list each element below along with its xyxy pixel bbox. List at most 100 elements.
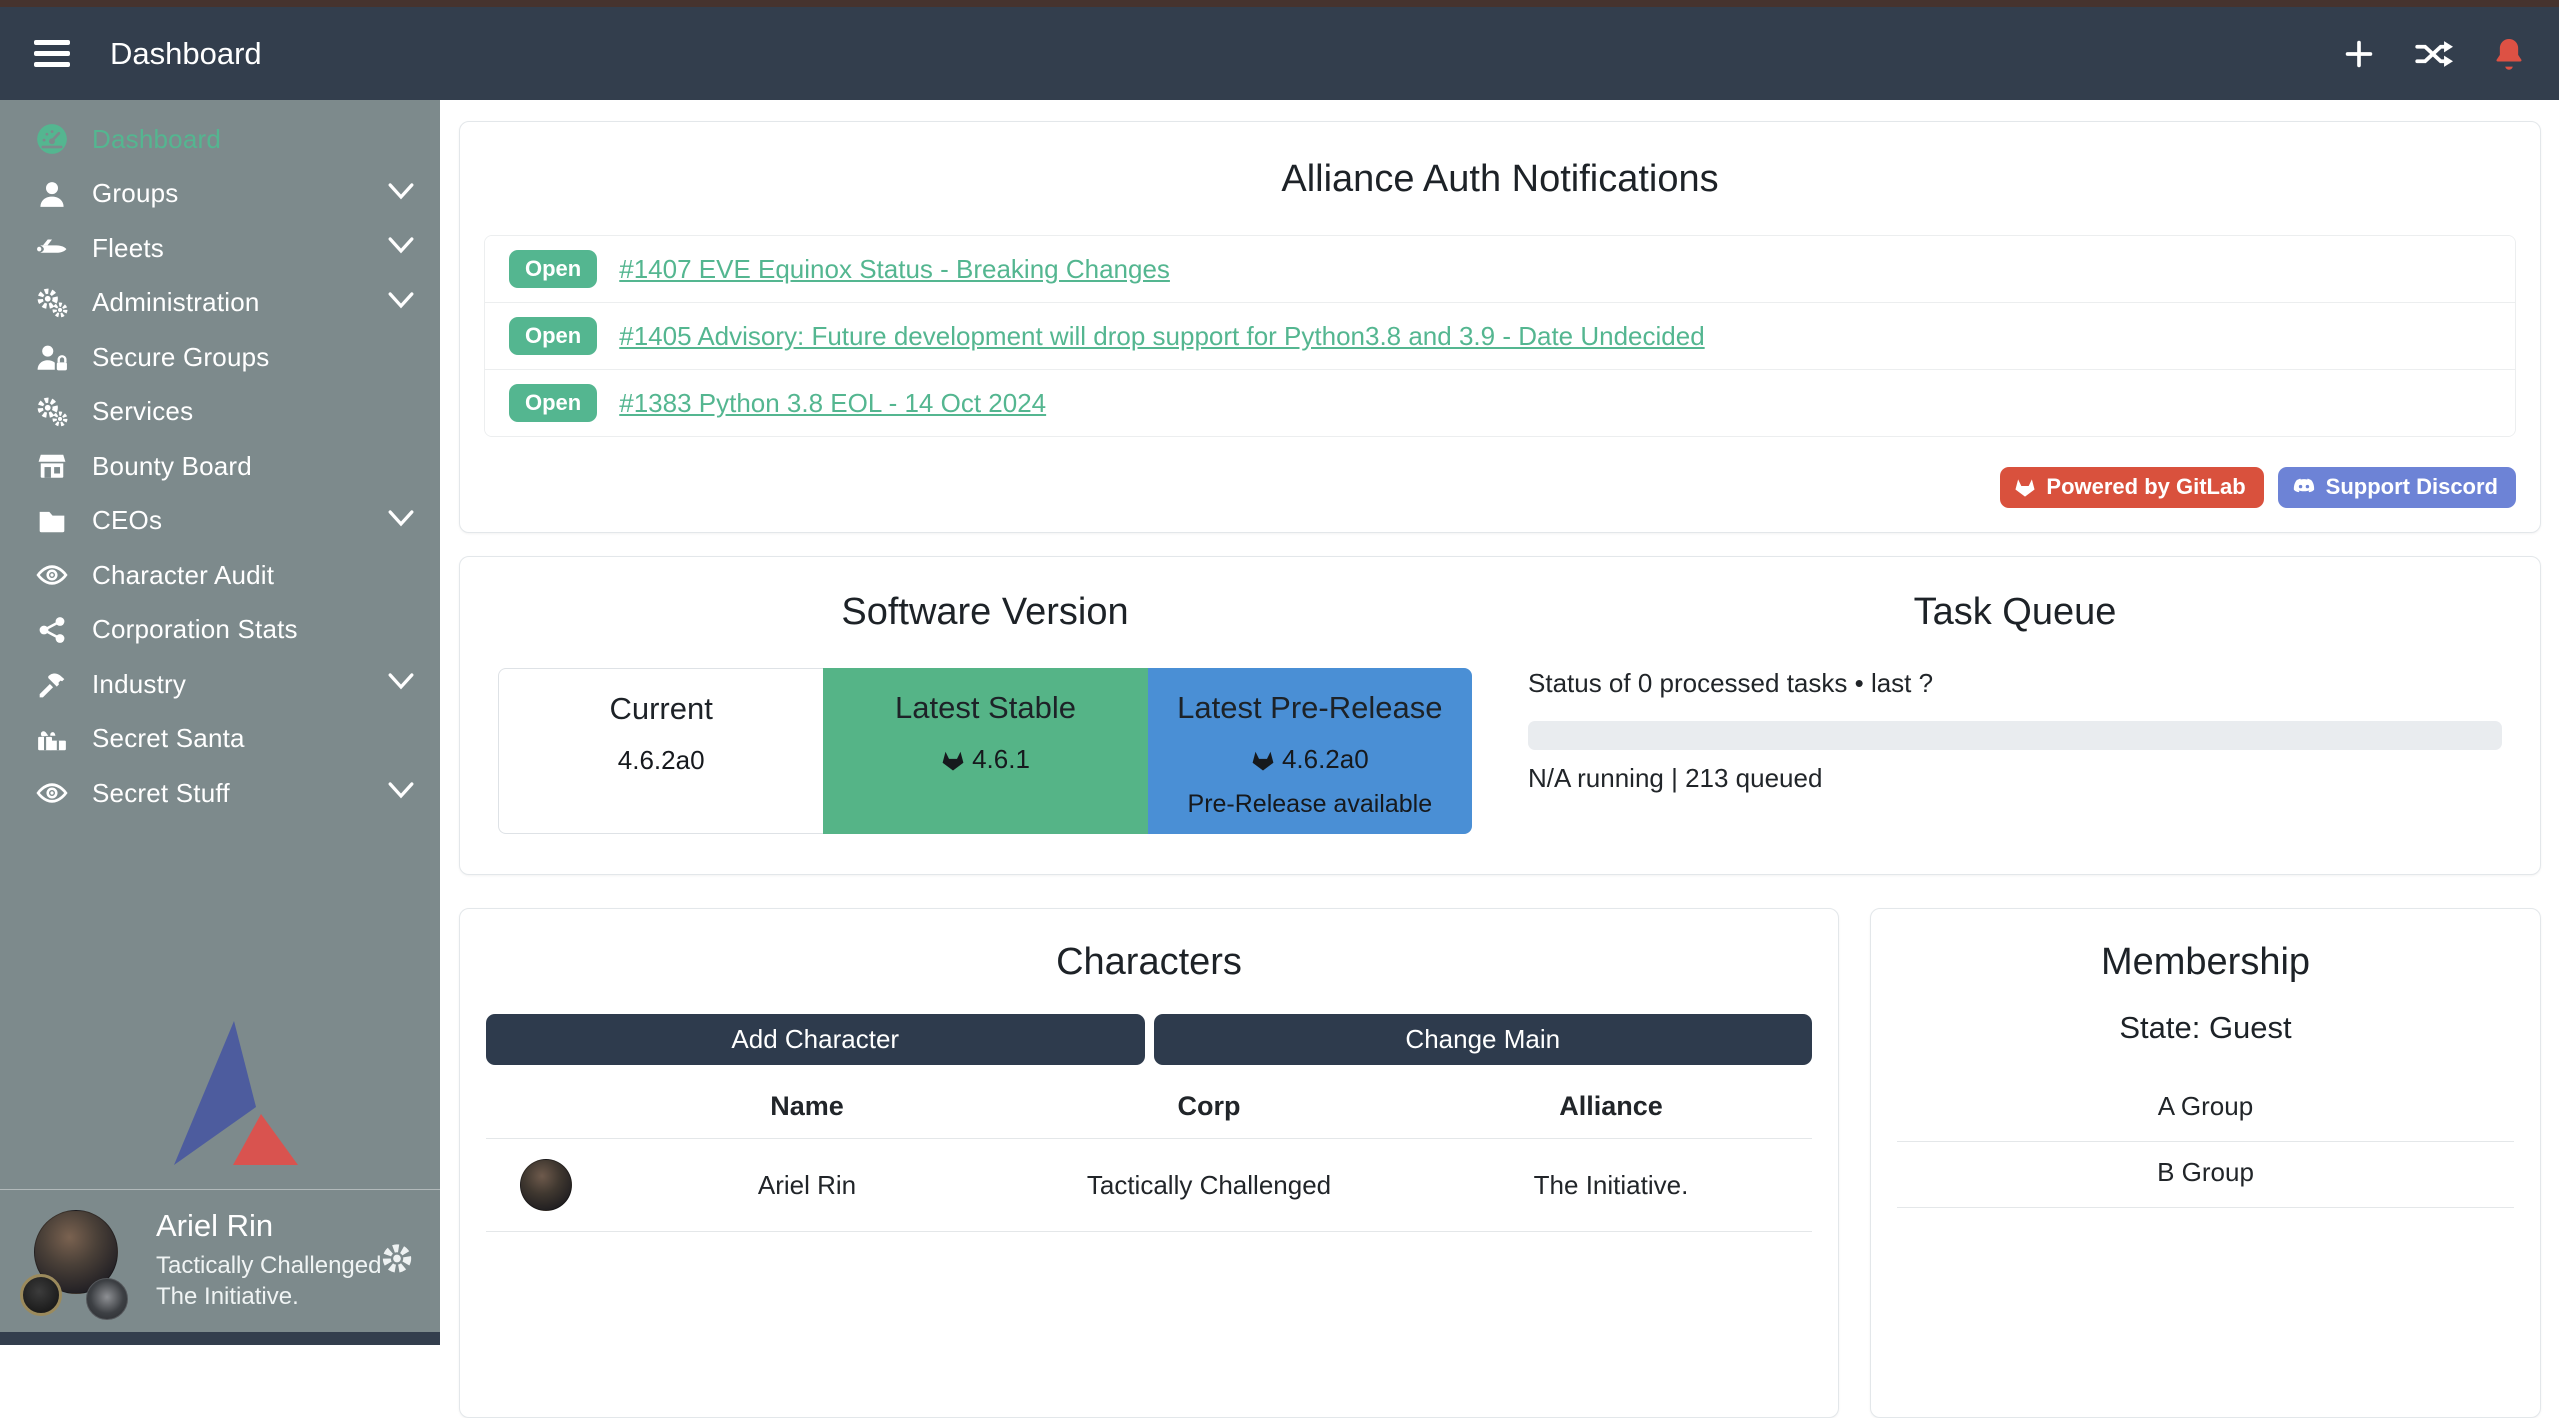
version-current-box: Current 4.6.2a0 bbox=[498, 668, 823, 834]
sidebar-item-label: Fleets bbox=[92, 233, 164, 264]
sidebar-item-label: Secret Santa bbox=[92, 723, 245, 754]
notification-link[interactable]: #1407 EVE Equinox Status - Breaking Chan… bbox=[619, 254, 1170, 285]
eye-icon bbox=[28, 778, 76, 808]
change-main-button[interactable]: Change Main bbox=[1154, 1014, 1813, 1065]
task-queue-status: Status of 0 processed tasks • last ? bbox=[1528, 668, 2502, 699]
column-header-corp: Corp bbox=[1008, 1065, 1410, 1138]
version-label: Latest Pre-Release bbox=[1148, 690, 1472, 726]
notifications-title: Alliance Auth Notifications bbox=[484, 158, 2516, 201]
software-version-title: Software Version bbox=[498, 591, 1472, 634]
notification-item: Open #1405 Advisory: Future development … bbox=[485, 302, 2515, 369]
status-badge: Open bbox=[509, 384, 597, 422]
version-stable-box: Latest Stable 4.6.1 bbox=[823, 668, 1147, 834]
sidebar-item-secret-stuff[interactable]: Secret Stuff bbox=[0, 766, 440, 821]
user-icon bbox=[28, 179, 76, 209]
membership-state: State: Guest bbox=[1897, 1010, 2514, 1046]
sidebar-item-dashboard[interactable]: Dashboard bbox=[0, 112, 440, 167]
sidebar-item-label: Corporation Stats bbox=[92, 614, 298, 645]
sidebar-item-label: Services bbox=[92, 396, 193, 427]
sidebar: Dashboard Groups Fleets bbox=[0, 100, 440, 1345]
table-row bbox=[486, 1139, 606, 1231]
notification-link[interactable]: #1383 Python 3.8 EOL - 14 Oct 2024 bbox=[619, 388, 1046, 419]
sidebar-item-secure-groups[interactable]: Secure Groups bbox=[0, 330, 440, 385]
status-badge: Open bbox=[509, 317, 597, 355]
column-header-name: Name bbox=[606, 1065, 1008, 1138]
notification-item: Open #1383 Python 3.8 EOL - 14 Oct 2024 bbox=[485, 369, 2515, 436]
character-corp: Tactically Challenged bbox=[1008, 1156, 1410, 1215]
characters-title: Characters bbox=[486, 941, 1812, 984]
gitlab-tanuki-icon bbox=[1251, 748, 1275, 772]
sidebar-item-label: CEOs bbox=[92, 505, 162, 536]
topbar: Dashboard bbox=[0, 0, 2559, 100]
discord-icon bbox=[2292, 477, 2316, 497]
shuttle-icon bbox=[28, 233, 76, 263]
sidebar-item-bounty-board[interactable]: Bounty Board bbox=[0, 439, 440, 494]
chevron-down-icon bbox=[388, 291, 414, 314]
user-alliance: The Initiative. bbox=[156, 1281, 381, 1312]
column-header-alliance: Alliance bbox=[1410, 1065, 1812, 1138]
sidebar-item-fleets[interactable]: Fleets bbox=[0, 221, 440, 276]
task-queue-counts: N/A running | 213 queued bbox=[1528, 763, 2502, 794]
software-version-section: Software Version Current 4.6.2a0 Latest … bbox=[498, 583, 1472, 834]
user-corp: Tactically Challenged bbox=[156, 1250, 381, 1281]
hammer-icon bbox=[28, 669, 76, 699]
chevron-down-icon bbox=[388, 509, 414, 532]
settings-gear-icon[interactable] bbox=[380, 1242, 414, 1281]
sidebar-item-label: Administration bbox=[92, 287, 260, 318]
user-lock-icon bbox=[28, 342, 76, 372]
alliance-logo-badge bbox=[86, 1278, 128, 1320]
chevron-down-icon bbox=[388, 782, 414, 805]
membership-title: Membership bbox=[1897, 941, 2514, 984]
version-number: 4.6.2a0 bbox=[499, 745, 823, 776]
notification-item: Open #1407 EVE Equinox Status - Breaking… bbox=[485, 236, 2515, 302]
add-character-button[interactable]: Add Character bbox=[486, 1014, 1145, 1065]
share-icon bbox=[28, 616, 76, 644]
corp-logo-badge bbox=[20, 1274, 62, 1316]
notification-bell-icon[interactable] bbox=[2493, 37, 2525, 71]
powered-by-gitlab-badge[interactable]: Powered by GitLab bbox=[2000, 467, 2263, 508]
version-note: Pre-Release available bbox=[1148, 790, 1472, 819]
notification-link[interactable]: #1405 Advisory: Future development will … bbox=[619, 321, 1704, 352]
eye-icon bbox=[28, 560, 76, 590]
sidebar-item-groups[interactable]: Groups bbox=[0, 167, 440, 222]
sidebar-item-secret-santa[interactable]: Secret Santa bbox=[0, 712, 440, 767]
sidebar-item-label: Secure Groups bbox=[92, 342, 269, 373]
sidebar-item-character-audit[interactable]: Character Audit bbox=[0, 548, 440, 603]
menu-toggle-icon[interactable] bbox=[34, 40, 70, 67]
membership-panel: Membership State: Guest A Group B Group bbox=[1870, 908, 2541, 1418]
version-number: 4.6.1 bbox=[823, 744, 1147, 775]
sidebar-item-label: Dashboard bbox=[92, 124, 221, 155]
chevron-down-icon bbox=[388, 673, 414, 696]
store-icon bbox=[28, 451, 76, 481]
task-queue-section: Task Queue Status of 0 processed tasks •… bbox=[1528, 583, 2502, 834]
software-task-panel: Software Version Current 4.6.2a0 Latest … bbox=[459, 556, 2541, 875]
add-icon[interactable] bbox=[2343, 38, 2375, 70]
character-avatar bbox=[520, 1159, 572, 1211]
main-content: Alliance Auth Notifications Open #1407 E… bbox=[440, 100, 2559, 1345]
characters-table: Name Corp Alliance Ariel Rin Tactically … bbox=[486, 1065, 1812, 1232]
user-panel[interactable]: Ariel Rin Tactically Challenged The Init… bbox=[0, 1189, 440, 1332]
sidebar-item-label: Character Audit bbox=[92, 560, 274, 591]
sidebar-bottom-strip bbox=[0, 1332, 440, 1345]
sidebar-item-corporation-stats[interactable]: Corporation Stats bbox=[0, 603, 440, 658]
character-name: Ariel Rin bbox=[606, 1156, 1008, 1215]
sidebar-item-label: Groups bbox=[92, 178, 178, 209]
user-name: Ariel Rin bbox=[156, 1208, 381, 1244]
task-queue-progress-bar bbox=[1528, 721, 2502, 750]
sidebar-item-industry[interactable]: Industry bbox=[0, 657, 440, 712]
notifications-panel: Alliance Auth Notifications Open #1407 E… bbox=[459, 121, 2541, 533]
page-title: Dashboard bbox=[110, 36, 262, 72]
sidebar-item-label: Industry bbox=[92, 669, 186, 700]
gitlab-tanuki-icon bbox=[941, 748, 965, 772]
support-discord-badge[interactable]: Support Discord bbox=[2278, 467, 2516, 508]
version-prerelease-box: Latest Pre-Release 4.6.2a0 Pre-Release a… bbox=[1148, 668, 1472, 834]
task-queue-title: Task Queue bbox=[1528, 591, 2502, 634]
version-label: Latest Stable bbox=[823, 690, 1147, 726]
shuffle-icon[interactable] bbox=[2415, 38, 2453, 70]
sidebar-item-services[interactable]: Services bbox=[0, 385, 440, 440]
membership-group-item: B Group bbox=[1897, 1142, 2514, 1208]
status-badge: Open bbox=[509, 250, 597, 288]
notifications-list: Open #1407 EVE Equinox Status - Breaking… bbox=[484, 235, 2516, 437]
sidebar-item-ceos[interactable]: CEOs bbox=[0, 494, 440, 549]
sidebar-item-administration[interactable]: Administration bbox=[0, 276, 440, 331]
